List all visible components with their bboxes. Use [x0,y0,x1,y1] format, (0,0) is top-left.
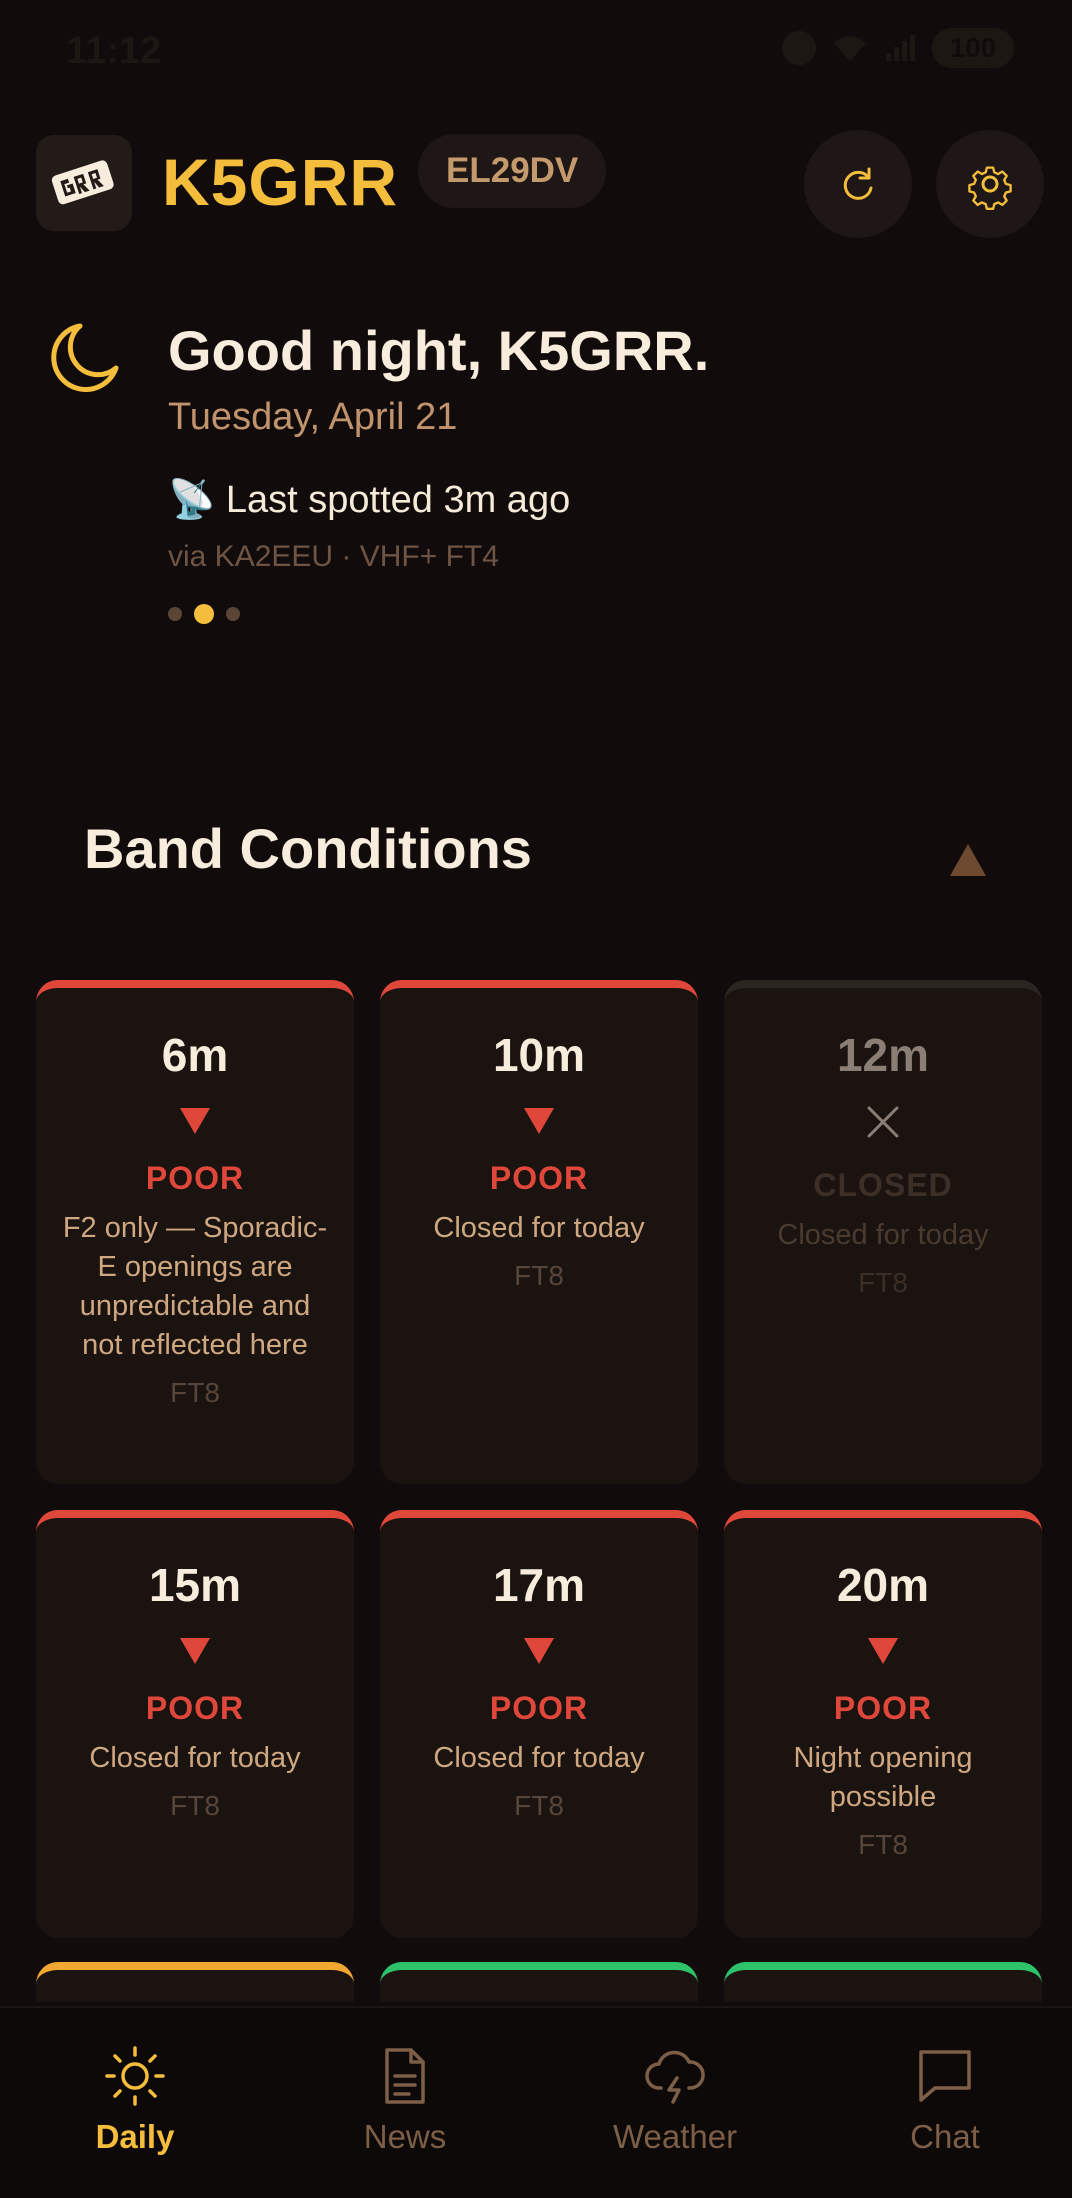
band-card-peek[interactable] [724,1962,1042,2002]
band-note: Closed for today [433,1742,645,1774]
chat-bubble-icon [919,2050,971,2102]
tab-label: Chat [910,2118,980,2155]
band-card-17m[interactable]: 17m POOR Closed for today FT8 [380,1510,698,1938]
band-card-12m[interactable]: 12m CLOSED Closed for today FT8 [724,980,1042,1484]
spotted-via-text: via KA2EEU · VHF+ FT4 [168,540,499,573]
band-status: POOR [833,1690,933,1726]
carousel-dot[interactable] [226,607,240,621]
status-time: 11:12 [66,30,162,72]
bottom-tab-bar: Daily News Weather Chat [0,2006,1072,2198]
do-not-disturb-icon [782,31,816,65]
tab-label: Weather [612,2118,738,2155]
sun-icon [105,2046,165,2106]
battery-indicator: 100 [932,28,1014,68]
band-status: POOR [145,1160,245,1196]
band-status: POOR [489,1160,589,1196]
moon-icon [51,323,119,392]
band-mode: FT8 [858,1829,908,1860]
close-x-icon [867,1106,899,1138]
last-spotted-text: 📡 Last spotted 3m ago [168,479,571,521]
down-arrow-icon [524,1108,554,1134]
down-arrow-icon [524,1638,554,1664]
settings-button[interactable] [936,130,1044,238]
band-card-20m[interactable]: 20m POOR Night opening possible FT8 [724,1510,1042,1938]
carousel-dot[interactable] [168,607,182,621]
tab-news[interactable]: News [305,2044,505,2156]
down-arrow-icon [868,1638,898,1664]
logo-grr-icon [51,160,114,205]
band-card-peek[interactable] [36,1962,354,2002]
carousel-dots[interactable] [168,604,240,624]
band-note: Closed for today [777,1219,989,1251]
tab-label: News [363,2118,447,2155]
gear-icon [968,166,1012,210]
carousel-dot-active[interactable] [194,604,214,624]
band-status: CLOSED [813,1167,953,1203]
band-card-peek[interactable] [380,1962,698,2002]
band-conditions-title: Band Conditions [84,817,532,880]
tab-label: Daily [95,2118,175,2155]
band-note: Closed for today [433,1212,645,1244]
band-name: 6m [161,1029,229,1081]
band-note: Night opening possible [793,1742,973,1813]
grid-square-badge[interactable]: EL29DV [418,134,607,208]
storm-cloud-icon [645,2050,705,2104]
document-icon [385,2048,425,2104]
band-name: 15m [148,1559,242,1611]
wifi-icon [834,36,866,61]
band-status: POOR [145,1690,245,1726]
tab-daily[interactable]: Daily [35,2044,235,2156]
band-note: F2 only — Sporadic-E openings are unpred… [62,1212,328,1361]
band-mode: FT8 [858,1267,908,1298]
band-note: Closed for today [89,1742,301,1774]
band-name: 17m [492,1559,586,1611]
band-cards-grid: 6m POOR F2 only — Sporadic-E openings ar… [36,980,1042,1938]
signal-icon [886,35,915,61]
refresh-button[interactable] [804,130,912,238]
tab-chat[interactable]: Chat [845,2044,1045,2156]
band-name: 20m [836,1559,930,1611]
refresh-icon [843,167,873,200]
tab-weather[interactable]: Weather [575,2044,775,2156]
band-mode: FT8 [170,1790,220,1821]
band-mode: FT8 [514,1260,564,1291]
app-header: K5GRR EL29DV [36,130,1044,238]
band-card-10m[interactable]: 10m POOR Closed for today FT8 [380,980,698,1484]
collapse-triangle-icon[interactable] [950,844,986,876]
band-name: 12m [836,1029,930,1081]
status-bar: 11:12 100 [0,0,1072,100]
band-mode: FT8 [514,1790,564,1821]
band-card-15m[interactable]: 15m POOR Closed for today FT8 [36,1510,354,1938]
callsign-title: K5GRR [162,145,399,219]
down-arrow-icon [180,1638,210,1664]
band-mode: FT8 [170,1377,220,1408]
band-name: 10m [492,1029,586,1081]
greeting-title: Good night, K5GRR. [168,319,710,382]
band-card-6m[interactable]: 6m POOR F2 only — Sporadic-E openings ar… [36,980,354,1484]
status-icons: 100 [782,28,1014,68]
app-logo [36,135,132,231]
band-status: POOR [489,1690,589,1726]
down-arrow-icon [180,1108,210,1134]
greeting-date: Tuesday, April 21 [168,396,458,438]
